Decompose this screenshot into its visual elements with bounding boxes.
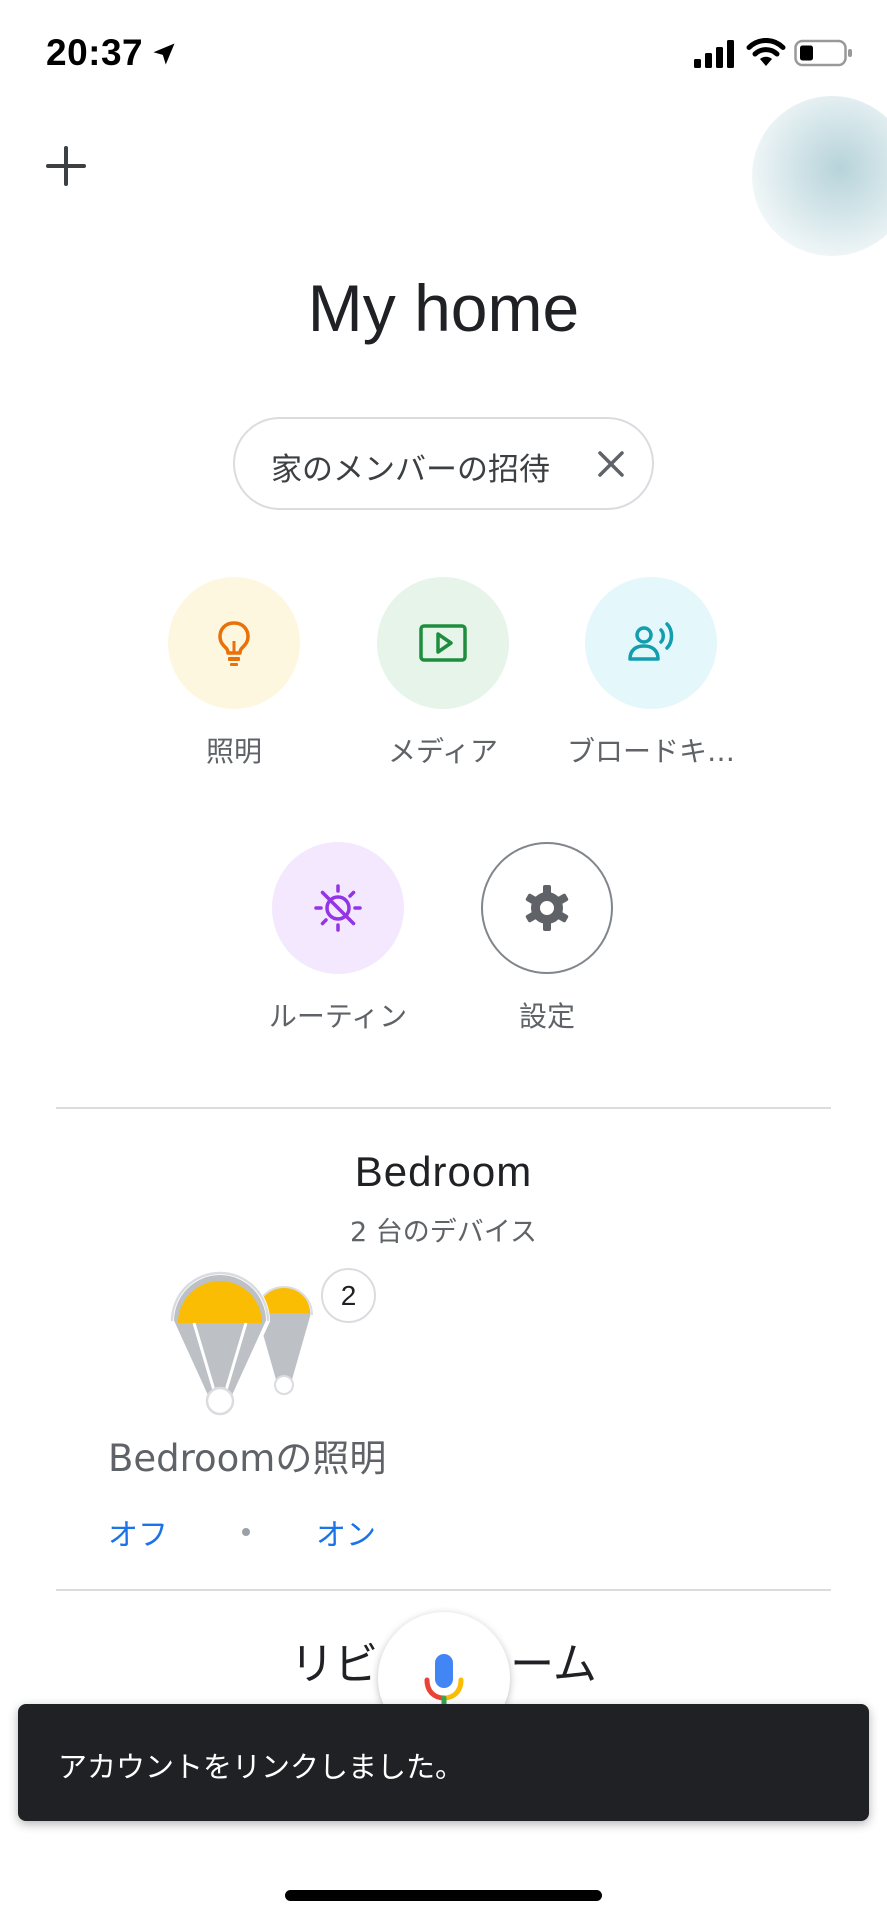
room-title-bedroom[interactable]: Bedroom: [0, 1148, 887, 1196]
snackbar: アカウントをリンクしました。: [18, 1704, 869, 1821]
add-icon[interactable]: [40, 140, 92, 192]
status-time: 20:37: [46, 32, 144, 73]
media-play-icon: [419, 624, 467, 662]
device-count-badge: 2: [321, 1268, 376, 1323]
gear-icon: [525, 885, 569, 931]
section-divider: [56, 1589, 831, 1591]
control-separator: [242, 1528, 250, 1536]
shortcut-settings-circle[interactable]: [481, 842, 613, 974]
shortcut-broadcast-label: ブロードキ…: [566, 735, 735, 768]
shortcut-lights-circle[interactable]: [168, 577, 300, 709]
lights-off-button[interactable]: オフ: [108, 1510, 168, 1554]
location-arrow-icon: [153, 43, 175, 65]
lightbulb-icon: [218, 621, 250, 666]
wifi-icon: [746, 38, 786, 66]
battery-icon: [794, 39, 852, 67]
device-group-name[interactable]: Bedroomの照明: [108, 1428, 386, 1482]
close-icon[interactable]: [592, 445, 630, 483]
snackbar-message: アカウントをリンクしました。: [58, 1750, 465, 1784]
shortcut-routines-label: ルーティン: [268, 1000, 408, 1033]
shortcut-media-label: メディア: [387, 735, 499, 768]
microphone-icon: [424, 1654, 464, 1712]
broadcast-icon: [628, 622, 674, 661]
section-divider: [56, 1107, 831, 1109]
home-indicator[interactable]: [285, 1890, 602, 1901]
account-avatar[interactable]: [752, 96, 887, 256]
shortcut-routines-circle[interactable]: [272, 842, 404, 974]
status-bar: 20:37: [0, 0, 887, 110]
shortcut-media-circle[interactable]: [377, 577, 509, 709]
shortcut-settings-label: 設定: [518, 1000, 575, 1033]
invite-chip-label: 家のメンバーの招待: [271, 452, 550, 488]
lights-on-button[interactable]: オン: [316, 1510, 376, 1554]
room-device-count: 2 台のデバイス: [350, 1217, 537, 1248]
shortcut-broadcast-circle[interactable]: [585, 577, 717, 709]
cellular-signal-icon: [694, 40, 734, 68]
shortcut-lights-label: 照明: [205, 735, 262, 768]
routine-icon: [314, 884, 362, 932]
page-title: My home: [307, 271, 580, 345]
invite-members-chip[interactable]: 家のメンバーの招待: [233, 417, 654, 510]
